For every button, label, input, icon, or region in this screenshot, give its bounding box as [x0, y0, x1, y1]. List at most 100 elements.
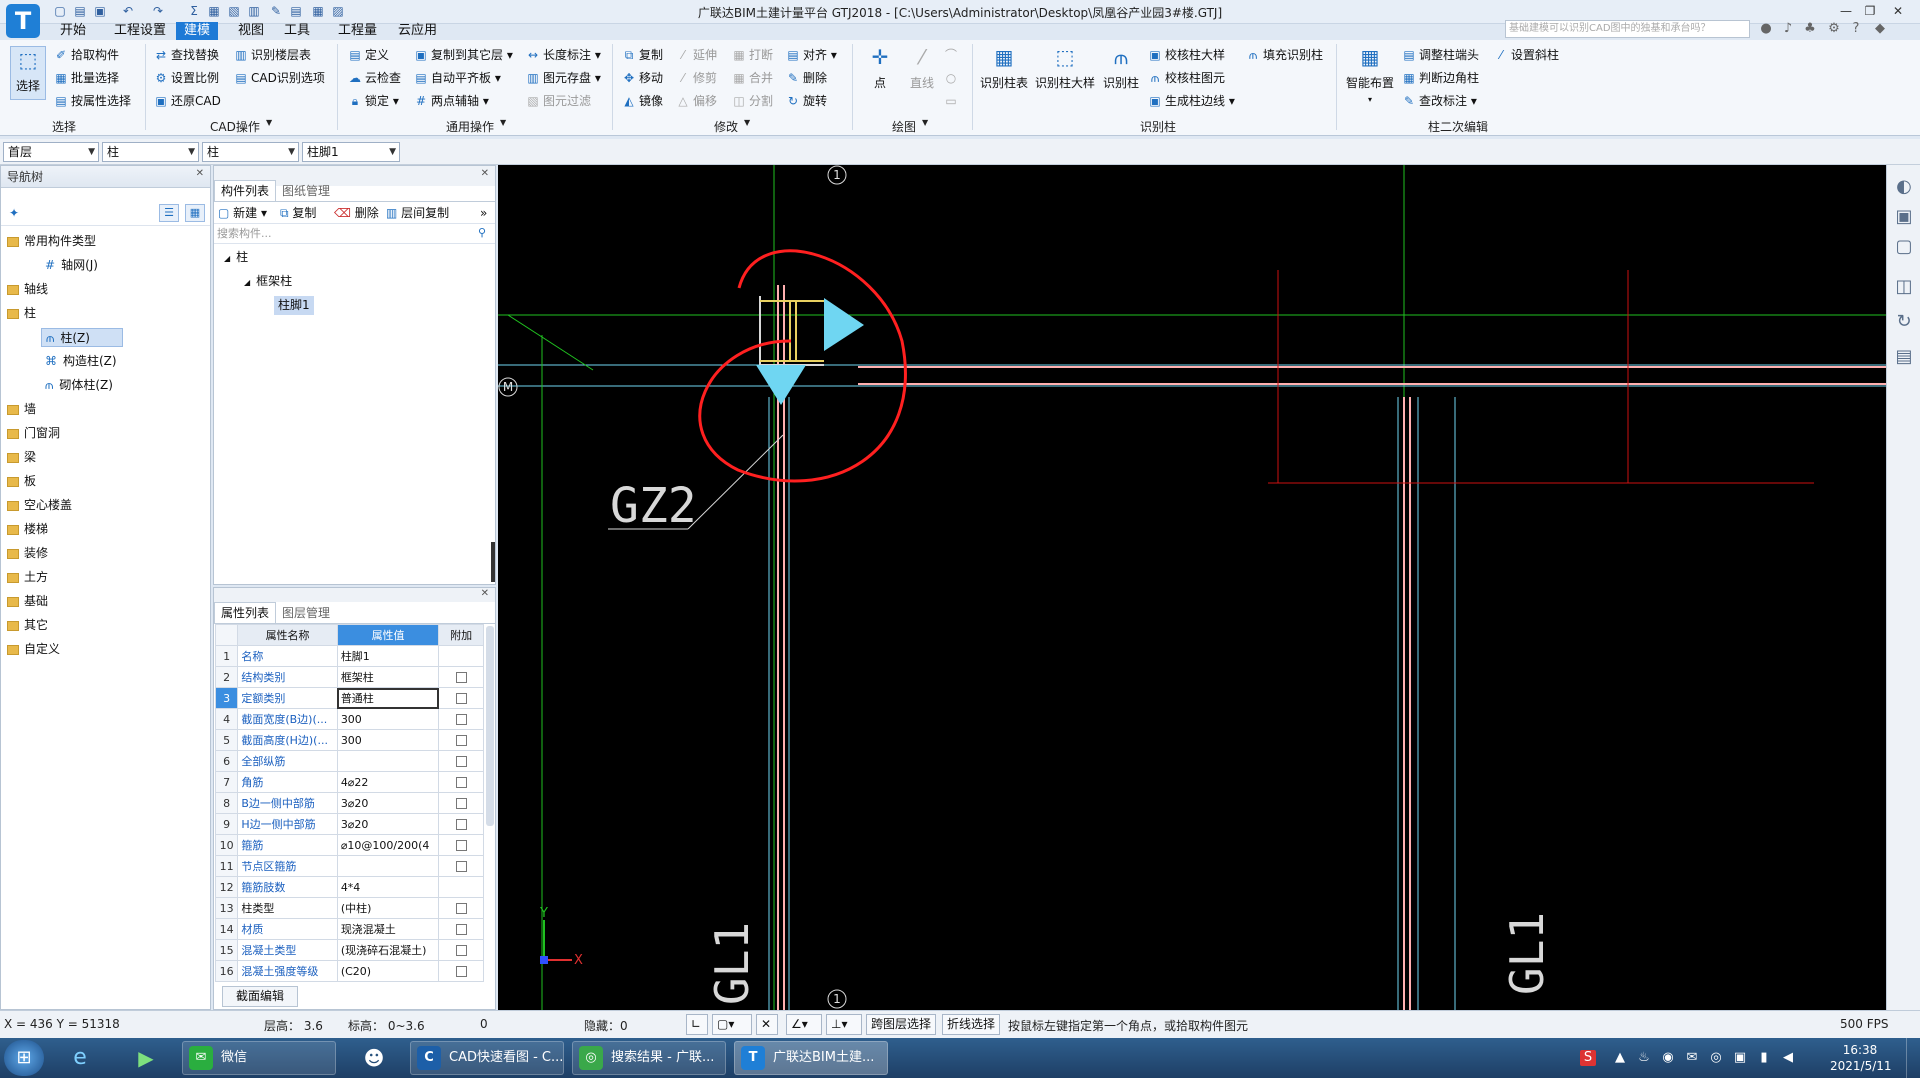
close-icon[interactable]: ✕ [196, 168, 204, 179]
nav-item-hollow-floor[interactable]: 空心楼盖 [7, 496, 72, 515]
delete-button[interactable]: ✎ 删除 [786, 68, 827, 88]
table-row[interactable]: 10 箍筋 ⌀10@100/200(4 [214, 834, 484, 856]
table-row[interactable]: 15 混凝土类型 (现浇碎石混凝土) [214, 939, 484, 961]
table-row[interactable]: 2 结构类别 框架柱 [214, 666, 484, 688]
cross-layer-select-button[interactable]: 跨图层选择 [866, 1014, 937, 1035]
menu-start[interactable]: 开始 [52, 22, 94, 40]
media-player-icon[interactable]: ▶ [132, 1044, 160, 1072]
menu-quantity[interactable]: 工程量 [330, 22, 385, 40]
move-button[interactable]: ✥ 移动 [622, 68, 663, 88]
adjust-column-end-button[interactable]: ▤ 调整柱端头 [1402, 45, 1479, 65]
restore-cad-button[interactable]: ▣ 还原CAD [154, 91, 221, 111]
attach-checkbox[interactable] [455, 693, 467, 704]
rotate-button[interactable]: ↻ 旋转 [786, 91, 827, 111]
attach-checkbox[interactable] [455, 798, 467, 809]
menu-view[interactable]: 视图 [230, 22, 272, 40]
table-row[interactable]: 3 定额类别 普通柱 [214, 687, 484, 709]
table-row[interactable]: 1 名称 柱脚1 [214, 645, 484, 667]
property-value[interactable]: 柱脚1 [336, 645, 440, 667]
floor-select[interactable]: 首层 ▼ [3, 142, 99, 162]
tree-item-column-foot[interactable]: 柱脚1 [274, 296, 314, 315]
nav-item-slab[interactable]: 板 [7, 472, 36, 491]
view-3d-icon[interactable]: ▣ [1892, 205, 1916, 229]
two-point-axis-button[interactable]: # 两点辅轴 ▾ [414, 91, 489, 111]
cloud-check-button[interactable]: ☁ 云检查 [348, 68, 401, 88]
element-filter-button[interactable]: ▧ 图元过滤 [526, 91, 591, 111]
menu-tools[interactable]: 工具 [276, 22, 318, 40]
menu-cloud[interactable]: 云应用 [390, 22, 445, 40]
attach-checkbox[interactable] [455, 672, 467, 683]
table-row[interactable]: 16 混凝土强度等级 (C20) [214, 960, 484, 982]
table-row[interactable]: 4 截面宽度(B边)(... 300 [214, 708, 484, 730]
check-column-element-button[interactable]: ⫙ 校核柱图元 [1148, 68, 1225, 88]
clock[interactable]: 16:38 2021/5/11 [1830, 1042, 1892, 1074]
component-search-input[interactable]: 搜索构件... [214, 224, 495, 244]
attach-checkbox[interactable] [455, 945, 467, 956]
property-value[interactable]: 3⌀20 [336, 792, 440, 814]
circle-button[interactable]: ○ [944, 68, 961, 88]
general-group-dropdown-icon[interactable]: ▼ [500, 118, 506, 127]
offset-button[interactable]: △ 偏移 [676, 91, 717, 111]
rotate-view-icon[interactable]: ↻ [1892, 310, 1916, 334]
nav-item-axis[interactable]: 轴线 [7, 280, 48, 299]
property-value[interactable]: 300 [336, 729, 440, 751]
property-value[interactable]: 框架柱 [336, 666, 440, 688]
split-button[interactable]: ◫ 分割 [732, 91, 773, 111]
taskbar-browser[interactable]: ◎ 搜索结果 - 广联... [572, 1041, 726, 1075]
set-inclined-column-button[interactable]: ⁄ 设置斜柱 [1494, 45, 1559, 65]
input-method-icon[interactable]: S [1580, 1050, 1596, 1066]
drawing-canvas[interactable]: 1 M 1 GZ2 GL1 GL1 X Y [498, 165, 1886, 1010]
security-icon[interactable]: ◉ [1660, 1050, 1676, 1066]
table-row[interactable]: 7 角筋 4⌀22 [214, 771, 484, 793]
attach-checkbox[interactable] [455, 714, 467, 725]
line-button[interactable]: ⁄ 直线 [904, 44, 940, 91]
property-value[interactable]: 3⌀20 [336, 813, 440, 835]
tree-item-column[interactable]: ◢ 柱 [224, 248, 248, 267]
ortho-toggle[interactable]: ∟ [686, 1014, 708, 1035]
show-desktop-button[interactable] [1906, 1038, 1920, 1078]
scrollbar[interactable] [491, 542, 495, 582]
report-icon[interactable]: ▦ [206, 3, 222, 19]
interfloor-copy-button[interactable]: ▥ 层间复制 [386, 202, 449, 224]
nav-item-common[interactable]: 常用构件类型 [7, 232, 96, 251]
check-column-detail-button[interactable]: ▣ 校核柱大样 [1148, 45, 1225, 65]
select-button[interactable]: ⬚ 选择 [10, 46, 46, 100]
component-subtype-select[interactable]: 柱 ▼ [202, 142, 299, 162]
cross-toggle[interactable]: ✕ [756, 1014, 778, 1035]
property-value[interactable]: 4*4 [336, 876, 440, 898]
menu-project-settings[interactable]: 工程设置 [106, 22, 174, 40]
element-save-button[interactable]: ▥ 图元存盘 ▾ [526, 68, 601, 88]
table-row[interactable]: 9 H边一侧中部筋 3⌀20 [214, 813, 484, 835]
table-row[interactable]: 13 柱类型 (中柱) [214, 897, 484, 919]
print-icon[interactable]: ▥ [246, 3, 262, 19]
nav-item-earthwork[interactable]: 土方 [7, 568, 48, 587]
close-icon[interactable]: ✕ [481, 588, 489, 599]
qq-icon[interactable]: ☻ [360, 1044, 388, 1072]
arc-button[interactable]: ⌒ [944, 45, 961, 65]
layer-list-icon[interactable]: ▤ [1892, 345, 1916, 369]
attach-checkbox[interactable] [455, 861, 467, 872]
tab-layer-management[interactable]: 图层管理 [276, 603, 336, 624]
select-by-property-button[interactable]: ▤ 按属性选择 [54, 91, 131, 111]
orbit-icon[interactable]: ◐ [1892, 175, 1916, 199]
ruler-icon[interactable]: ▤ [288, 3, 304, 19]
tab-drawing-management[interactable]: 图纸管理 [276, 181, 336, 202]
view-box-icon[interactable]: ▢ [1892, 235, 1916, 259]
ie-icon[interactable]: e [66, 1044, 94, 1072]
grid-icon[interactable]: ▦ [310, 3, 326, 19]
temperature-icon[interactable]: ♨ [1636, 1050, 1652, 1066]
new-file-icon[interactable]: ▢ [52, 3, 68, 19]
camera-icon[interactable]: ▨ [330, 3, 346, 19]
property-value[interactable]: 300 [336, 708, 440, 730]
search-icon[interactable]: ⚲ [478, 226, 486, 239]
nav-item-stairs[interactable]: 楼梯 [7, 520, 48, 539]
help-icon[interactable]: ? [1848, 20, 1864, 38]
taskbar-wechat[interactable]: ✉ 微信 [182, 1041, 336, 1075]
undo-icon[interactable]: ↶ [120, 3, 136, 19]
nav-item-column[interactable]: 柱 [7, 304, 36, 323]
minimize-icon[interactable]: — [1838, 3, 1854, 19]
copy-component-button[interactable]: ⧉ 复制 [280, 202, 316, 224]
tree-item-frame-column[interactable]: ◢ 框架柱 [244, 272, 292, 291]
nav-item-masonry-column[interactable]: ⫙ 砌体柱(Z) [45, 376, 113, 395]
grid-view-icon[interactable]: ▦ [185, 204, 205, 222]
